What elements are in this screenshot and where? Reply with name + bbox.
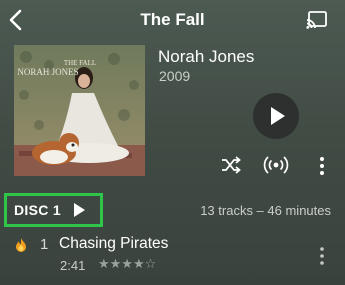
- album-cover-image: THE FALL NORAH JONES: [14, 45, 145, 176]
- play-icon: [74, 203, 85, 217]
- disc-label: DISC 1: [14, 202, 61, 218]
- album-year: 2009: [159, 68, 191, 84]
- play-icon: [271, 107, 285, 125]
- track-number: 1: [40, 236, 49, 253]
- album-more-button[interactable]: [316, 155, 328, 177]
- shuffle-icon: [222, 156, 241, 174]
- more-vertical-icon: [320, 157, 324, 175]
- radio-icon: [263, 156, 289, 174]
- artist-name[interactable]: Norah Jones: [158, 47, 254, 67]
- disc-play-button[interactable]: [71, 201, 87, 219]
- disc-summary: 13 tracks – 46 minutes: [200, 203, 331, 218]
- cast-icon: [306, 11, 327, 29]
- shuffle-button[interactable]: [220, 155, 242, 175]
- cover-artist-text: NORAH JONES: [17, 67, 78, 77]
- more-vertical-icon: [320, 247, 324, 265]
- fire-icon: [15, 238, 27, 252]
- track-duration: 2:41: [60, 258, 86, 273]
- page-title: The Fall: [140, 10, 205, 29]
- cover-title-text: THE FALL: [64, 59, 96, 67]
- track-rating[interactable]: ★★★★☆: [98, 256, 156, 272]
- cast-button[interactable]: [306, 10, 328, 30]
- track-more-button[interactable]: [316, 245, 328, 267]
- play-button[interactable]: [253, 93, 299, 139]
- track-title[interactable]: Chasing Pirates: [59, 235, 168, 253]
- album-cover[interactable]: THE FALL NORAH JONES: [14, 45, 145, 176]
- radio-button[interactable]: [262, 153, 290, 177]
